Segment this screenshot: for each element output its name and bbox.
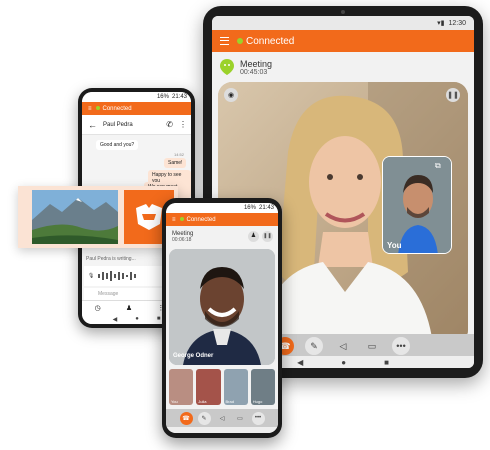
- participant-thumb[interactable]: Brad: [223, 369, 248, 405]
- tablet-status-bar: ▾▮ 12:30: [212, 16, 474, 30]
- tablet-app-bar: Connected: [212, 30, 474, 52]
- back-icon[interactable]: ◀: [113, 316, 118, 323]
- home-icon[interactable]: ●: [341, 358, 346, 367]
- front-main-video: George Odner: [169, 249, 275, 365]
- call-icon[interactable]: ✆: [166, 120, 173, 129]
- more-vertical-icon[interactable]: ⋮: [179, 120, 191, 129]
- camera-icon[interactable]: ▭: [363, 337, 381, 355]
- speaker-icon[interactable]: ◁: [334, 337, 352, 355]
- connection-status: Connected: [237, 36, 294, 47]
- menu-icon[interactable]: [220, 37, 229, 45]
- camera-icon[interactable]: ▭: [234, 412, 247, 425]
- chat-time: 14:52: [174, 152, 185, 157]
- pause-icon[interactable]: ❚❚: [262, 231, 273, 242]
- connected-label: Connected: [102, 105, 132, 112]
- front-phone-nav-bar: [166, 427, 278, 433]
- history-icon[interactable]: ◷: [95, 304, 101, 312]
- more-icon[interactable]: •••: [392, 337, 410, 355]
- typing-indicator: Paul Pedra is writing...: [86, 256, 136, 262]
- participant-name: Hugo: [252, 399, 263, 404]
- meeting-pin-icon: [220, 59, 234, 75]
- mic-icon[interactable]: 🎙: [88, 273, 94, 279]
- home-icon[interactable]: ●: [135, 316, 139, 322]
- back-icon[interactable]: ◀: [297, 358, 303, 367]
- self-view-image: [383, 157, 451, 253]
- connected-label: Connected: [186, 216, 216, 223]
- tablet-self-view: You ⧉: [382, 156, 452, 254]
- front-phone-status-bar: 16% 21:43: [166, 203, 278, 213]
- participant-name: Julia: [198, 399, 207, 404]
- back-phone-time: 21:43: [171, 94, 187, 100]
- participant-thumbnails: You Julia Brad Hugo: [169, 369, 275, 405]
- front-call-controls: ☎ ✎ ◁ ▭ •••: [166, 409, 278, 427]
- tablet-meeting-bar: Meeting 00:45:03: [212, 52, 474, 82]
- participant-thumb[interactable]: Julia: [196, 369, 221, 405]
- participant-thumb[interactable]: Hugo: [250, 369, 275, 405]
- menu-icon[interactable]: ≡: [88, 106, 92, 112]
- more-icon[interactable]: •••: [251, 411, 265, 425]
- front-meeting-bar: Meeting 00:06:18 ♟ ❚❚: [166, 226, 278, 248]
- chat-message: Same!: [164, 158, 187, 168]
- participant-thumb[interactable]: You: [169, 369, 194, 405]
- meeting-title: Meeting: [240, 58, 273, 69]
- back-phone-app-bar: ≡ Connected: [82, 102, 191, 115]
- participants-icon[interactable]: ♟: [248, 231, 259, 242]
- tablet-status-time: 12:30: [448, 19, 466, 27]
- back-arrow-icon[interactable]: ←: [88, 120, 97, 130]
- switch-camera-icon[interactable]: ⧉: [435, 161, 441, 171]
- contacts-icon[interactable]: ♟: [126, 304, 132, 312]
- back-phone-status-bar: 16% 21:43: [82, 92, 191, 102]
- landscape-image: [32, 190, 118, 244]
- man-video-image: [169, 249, 275, 365]
- front-phone-battery: 16%: [243, 205, 256, 211]
- self-view-label: You: [387, 241, 402, 250]
- speaker-icon[interactable]: ◁: [216, 412, 229, 425]
- mute-icon[interactable]: ✎: [197, 411, 211, 425]
- recents-icon[interactable]: ■: [384, 358, 389, 367]
- connected-label: Connected: [246, 35, 295, 47]
- mute-icon[interactable]: ✎: [305, 337, 323, 355]
- chat-message: Good and you?: [96, 140, 139, 150]
- chat-header: ← Paul Pedra ✆ ⋮: [82, 115, 191, 135]
- connection-status: Connected: [95, 105, 132, 112]
- front-phone-time: 21:43: [258, 205, 274, 211]
- front-phone-device: 16% 21:43 ≡ Connected Meeting 00:06:18 ♟…: [162, 198, 282, 438]
- front-phone-app-bar: ≡ Connected: [166, 213, 278, 226]
- status-dot-icon: [95, 105, 100, 110]
- mic-off-icon[interactable]: ◉: [224, 88, 238, 102]
- main-participant-name: George Odner: [173, 353, 214, 359]
- participant-name: You: [171, 399, 178, 404]
- menu-icon[interactable]: ≡: [172, 217, 176, 223]
- tablet-camera: [341, 10, 345, 14]
- back-phone-battery: 16%: [156, 94, 169, 100]
- pause-icon[interactable]: ❚❚: [446, 88, 460, 102]
- status-dot-icon: [237, 37, 243, 44]
- connection-status: Connected: [179, 216, 216, 223]
- hangup-icon[interactable]: ☎: [179, 411, 193, 425]
- status-dot-icon: [179, 216, 184, 221]
- participant-name: Brad: [225, 399, 234, 404]
- recents-icon[interactable]: ■: [157, 316, 161, 322]
- meeting-timer: 00:45:03: [240, 68, 268, 76]
- signal-icon: ▾▮: [437, 20, 445, 27]
- voice-waveform-icon: [98, 271, 137, 281]
- front-phone-screen: 16% 21:43 ≡ Connected Meeting 00:06:18 ♟…: [166, 203, 278, 433]
- shared-image-card: [18, 186, 178, 248]
- contact-name: Paul Pedra: [103, 121, 133, 128]
